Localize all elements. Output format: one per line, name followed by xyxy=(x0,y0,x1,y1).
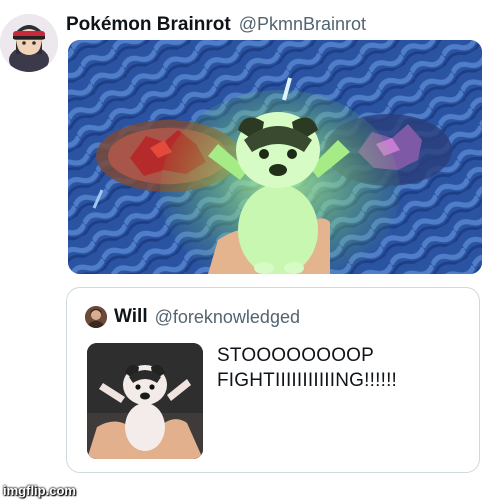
quoted-media-thumbnail[interactable] xyxy=(87,343,203,459)
imgflip-watermark: imgflip.com xyxy=(3,483,76,498)
profile-avatar[interactable] xyxy=(0,14,58,72)
display-name[interactable]: Pokémon Brainrot xyxy=(66,14,231,36)
pokemon-battle-with-puppy-image xyxy=(68,40,482,274)
trainer-avatar-icon xyxy=(0,14,58,72)
quoted-tweet-text: STOOOOOOOOP FIGHTIIIIIIIIIIING!!!!!! xyxy=(217,345,398,391)
puppy-photo-icon xyxy=(87,343,203,459)
quoted-tweet-header: Will @foreknowledged xyxy=(85,306,300,328)
user-handle[interactable]: @PkmnBrainrot xyxy=(239,14,366,35)
quoted-display-name[interactable]: Will xyxy=(114,306,148,328)
user-avatar-icon xyxy=(85,306,107,328)
tweet-header: Pokémon Brainrot @PkmnBrainrot xyxy=(66,14,366,40)
quoted-user-handle[interactable]: @foreknowledged xyxy=(155,307,300,328)
tweet-media-image[interactable] xyxy=(68,40,482,274)
quoted-avatar[interactable] xyxy=(85,306,107,328)
quoted-tweet-card[interactable]: Will @foreknowledged STOOOOOOOOP FIGHTII… xyxy=(66,287,480,473)
tweet: Pokémon Brainrot @PkmnBrainrot Will @for… xyxy=(0,0,500,500)
